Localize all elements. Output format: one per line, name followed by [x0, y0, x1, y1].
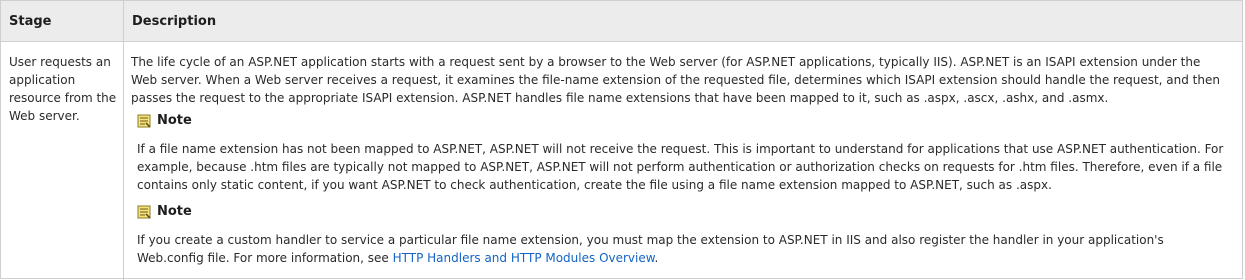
description-column-header: Description [132, 14, 217, 29]
http-handlers-overview-link[interactable]: HTTP Handlers and HTTP Modules Overview [393, 251, 655, 265]
note-header: Note [137, 204, 192, 219]
description-cell: The life cycle of an ASP.NET application… [131, 55, 1220, 105]
note-header: Note [137, 113, 192, 128]
column-divider [123, 1, 124, 280]
note-title: Note [157, 204, 192, 219]
note-icon [137, 205, 151, 219]
stage-description-table: Stage Description User requests an appli… [0, 0, 1243, 280]
note-text: If you create a custom handler to servic… [137, 231, 1227, 267]
table-header-row: Stage Description [1, 1, 1242, 42]
stage-cell: User requests an application resource fr… [9, 55, 117, 123]
note-text: If a file name extension has not been ma… [137, 142, 1224, 192]
note-title: Note [157, 113, 192, 128]
note-text-after-link: . [654, 251, 659, 265]
note-icon [137, 114, 151, 128]
stage-column-header: Stage [9, 14, 52, 29]
